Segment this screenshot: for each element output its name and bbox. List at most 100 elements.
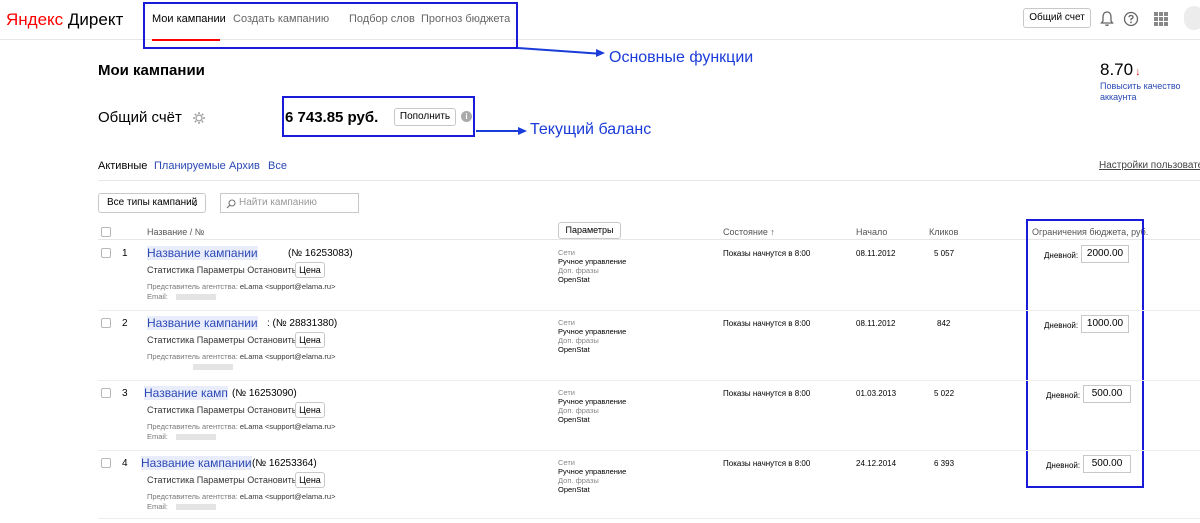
tab-active[interactable]: Активные xyxy=(98,160,147,172)
campaign-clicks: 5 022 xyxy=(934,389,955,398)
campaign-actions: Статистика Параметры Остановить xyxy=(147,265,296,275)
campaign-state: Показы начнутся в 8:00 xyxy=(723,389,811,398)
campaign-type-value: Все типы кампаний xyxy=(107,197,198,208)
statistics-link[interactable]: Статистика xyxy=(147,475,194,485)
campaign-name-link[interactable]: Название кампании xyxy=(141,456,252,470)
campaign-name-link[interactable]: Название кампании xyxy=(147,316,258,330)
daily-budget-input[interactable]: 500.00 xyxy=(1083,385,1131,403)
daily-budget-input[interactable]: 500.00 xyxy=(1083,455,1131,473)
parameters-link[interactable]: Параметры xyxy=(197,265,245,275)
user-settings-link[interactable]: Настройки пользовател xyxy=(1099,160,1200,171)
daily-budget-input[interactable]: 2000.00 xyxy=(1081,245,1129,263)
email-redacted xyxy=(175,504,216,511)
parameters-link[interactable]: Параметры xyxy=(197,335,245,345)
email-label: Email: xyxy=(147,502,168,511)
agency-label: Представитель агентства: xyxy=(147,422,238,431)
tab-archive[interactable]: Архив xyxy=(229,160,260,172)
balance-arrow-line xyxy=(476,130,521,132)
price-button[interactable]: Цена xyxy=(295,332,325,348)
strategy-info: Сети Ручное управление Доп. фразы OpenSt… xyxy=(558,318,626,354)
strategy-manual: Ручное управление xyxy=(558,327,627,336)
email-info: Email: xyxy=(147,432,216,441)
campaign-name-link[interactable]: Название кампании xyxy=(147,246,258,260)
stop-link[interactable]: Остановить xyxy=(247,335,296,345)
price-button[interactable]: Цена xyxy=(295,472,325,488)
agency-value: eLama <support@elama.ru> xyxy=(239,492,336,501)
agency-label: Представитель агентства: xyxy=(147,492,238,501)
price-button[interactable]: Цена xyxy=(295,402,325,418)
search-placeholder: Найти кампанию xyxy=(239,197,317,208)
balance-arrow-head xyxy=(518,127,527,135)
campaign-type-select[interactable]: Все типы кампаний ⌄ xyxy=(98,193,206,213)
statistics-link[interactable]: Статистика xyxy=(147,335,194,345)
user-avatar[interactable] xyxy=(1184,6,1200,30)
arrow-down-icon: ↓ xyxy=(1135,66,1141,78)
strategy-openstat: OpenStat xyxy=(558,345,590,354)
help-icon[interactable] xyxy=(1121,9,1141,29)
stop-link[interactable]: Остановить xyxy=(247,265,296,275)
strategy-extra-phrases: Доп. фразы xyxy=(558,336,599,345)
daily-budget-input[interactable]: 1000.00 xyxy=(1081,315,1129,333)
improve-quality-link[interactable]: Повысить качество аккаунта xyxy=(1100,81,1190,103)
tab-planned[interactable]: Планируемые xyxy=(154,160,226,172)
strategy-networks: Сети xyxy=(558,248,575,257)
row-checkbox[interactable] xyxy=(101,458,111,468)
agency-value: eLama <support@elama.ru> xyxy=(239,282,336,291)
parameters-button[interactable]: Параметры xyxy=(558,222,621,239)
header-clicks[interactable]: Кликов xyxy=(929,227,958,237)
campaign-actions: Статистика Параметры Остановить xyxy=(147,405,296,415)
campaign-name-link[interactable]: Название камп xyxy=(144,386,228,400)
campaign-state: Показы начнутся в 8:00 xyxy=(723,319,811,328)
row-checkbox[interactable] xyxy=(101,318,111,328)
header-start[interactable]: Начало xyxy=(856,227,887,237)
yandex-direct-logo[interactable]: Яндекс Директ xyxy=(6,10,123,30)
email-redacted xyxy=(193,364,233,371)
strategy-extra-phrases: Доп. фразы xyxy=(558,476,599,485)
statistics-link[interactable]: Статистика xyxy=(147,265,194,275)
statistics-link[interactable]: Статистика xyxy=(147,405,194,415)
strategy-openstat: OpenStat xyxy=(558,415,590,424)
agency-info: Представитель агентства: eLama <support@… xyxy=(147,282,335,291)
gear-icon[interactable] xyxy=(192,111,206,125)
account-title: Общий счёт xyxy=(98,109,182,126)
email-redacted xyxy=(175,294,216,301)
chevron-down-icon: ⌄ xyxy=(191,198,199,208)
price-button[interactable]: Цена xyxy=(295,262,325,278)
row-checkbox[interactable] xyxy=(101,388,111,398)
email-label: Email: xyxy=(147,432,168,441)
agency-info: Представитель агентства: eLama <support@… xyxy=(147,422,335,431)
header-state[interactable]: Состояние ↑ xyxy=(723,227,775,237)
search-icon xyxy=(226,198,236,209)
email-redacted xyxy=(175,434,216,441)
info-icon[interactable]: i xyxy=(461,111,472,122)
campaign-id: (№ 16253083) xyxy=(288,248,353,259)
strategy-openstat: OpenStat xyxy=(558,485,590,494)
select-all-checkbox[interactable] xyxy=(101,227,111,237)
row-divider xyxy=(98,518,1200,519)
parameters-link[interactable]: Параметры xyxy=(197,405,245,415)
agency-info: Представитель агентства: eLama <support@… xyxy=(147,352,335,361)
stop-link[interactable]: Остановить xyxy=(247,475,296,485)
top-up-button[interactable]: Пополнить xyxy=(394,108,456,126)
bell-icon[interactable] xyxy=(1097,9,1117,29)
campaign-search-input[interactable]: Найти кампанию xyxy=(220,193,359,213)
campaign-start-date: 01.03.2013 xyxy=(856,389,897,398)
tabs-divider xyxy=(98,180,1200,181)
logo-ya: Яндекс xyxy=(6,10,64,29)
tab-all[interactable]: Все xyxy=(268,160,287,172)
shared-account-button[interactable]: Общий счет xyxy=(1023,8,1091,28)
campaign-clicks: 842 xyxy=(937,319,951,328)
quality-score: 8.70 ↓ xyxy=(1100,60,1141,80)
agency-label: Представитель агентства: xyxy=(147,352,238,361)
parameters-link[interactable]: Параметры xyxy=(197,475,245,485)
email-label: Email: xyxy=(147,292,168,301)
strategy-info: Сети Ручное управление Доп. фразы OpenSt… xyxy=(558,458,626,494)
daily-label: Дневной: xyxy=(1046,391,1081,400)
row-divider xyxy=(98,380,1200,381)
row-checkbox[interactable] xyxy=(101,248,111,258)
stop-link[interactable]: Остановить xyxy=(247,405,296,415)
apps-grid-icon[interactable] xyxy=(1151,9,1171,29)
strategy-extra-phrases: Доп. фразы xyxy=(558,406,599,415)
main-functions-arrow-head xyxy=(596,49,605,57)
header-name[interactable]: Название / № xyxy=(147,227,204,237)
